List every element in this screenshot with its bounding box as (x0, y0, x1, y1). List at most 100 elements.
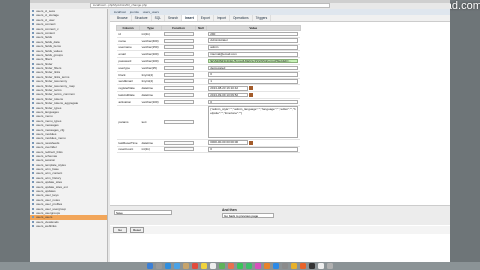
function-select[interactable] (163, 140, 194, 145)
function-select[interactable] (163, 99, 194, 104)
column-type: tinyint(4) (139, 71, 162, 79)
column-name: registerDate (116, 84, 140, 93)
calendar-icon[interactable] (249, 140, 254, 145)
preferences-icon[interactable] (282, 263, 288, 269)
url-bar[interactable]: localhost/...phpMyAdmin/tbl_change.php (90, 3, 330, 8)
safari-icon[interactable] (165, 263, 171, 269)
breadcrumb-item[interactable]: localhost (114, 10, 126, 14)
action-bar: Save And then Go back to previous page (110, 205, 450, 225)
tab-structure[interactable]: Structure (132, 15, 152, 21)
trash-icon[interactable] (327, 263, 333, 269)
tab-import[interactable]: Import (214, 15, 231, 21)
tab-operations[interactable]: Operations (230, 15, 253, 21)
value-textarea[interactable]: {"admin_style":"","admin_language":"","l… (208, 106, 299, 139)
table-row: email varchar(100) internal@email.com (116, 50, 301, 59)
value-input[interactable]: $2y$10$Z1k1bEL/5nowdUbEf2LcPZsW5gKejmqP8… (208, 58, 299, 64)
function-select[interactable] (163, 93, 194, 98)
function-select[interactable] (163, 59, 194, 64)
function-select[interactable] (163, 86, 194, 91)
reset-button[interactable]: Reset (130, 227, 144, 233)
value-input[interactable]: deprecated (208, 65, 299, 71)
column-name: usertype (116, 64, 140, 72)
photos-icon[interactable] (228, 263, 234, 269)
function-select[interactable] (163, 38, 194, 43)
calendar-icon[interactable] (249, 93, 254, 98)
value-input[interactable]: 290 (208, 31, 299, 37)
maps-icon[interactable] (219, 263, 225, 269)
launchpad-icon[interactable] (156, 263, 162, 269)
function-select[interactable] (163, 147, 194, 152)
table-list-sidebar: users_ci_sess users_ci_storage users_ci_us… (30, 9, 108, 262)
tab-search[interactable]: Search (165, 15, 183, 21)
button-bar: Go Reset (110, 226, 450, 234)
tab-export[interactable]: Export (198, 15, 214, 21)
tab-triggers[interactable]: Triggers (253, 15, 272, 21)
value-input[interactable]: internal@email.com (208, 52, 299, 57)
save-select[interactable]: Save (114, 210, 172, 215)
value-input[interactable]: Administrator (208, 38, 299, 43)
column-type: datetime (139, 139, 162, 147)
itunes-icon[interactable] (255, 263, 261, 269)
function-select[interactable] (163, 65, 194, 70)
table-row: username varchar(150) admin (116, 44, 301, 52)
column-type: varchar(100) (139, 98, 162, 106)
messages-icon[interactable] (237, 263, 243, 269)
value-input[interactable]: 0 (208, 72, 299, 77)
finder-icon[interactable] (147, 263, 153, 269)
column-type: varchar(100) (139, 57, 162, 65)
screen: Arashtad.com localhost/...phpMyAdmin/tbl… (0, 0, 480, 270)
function-select[interactable] (163, 45, 194, 50)
table-row: lastResetTime datetime 0000-00-00 00:00:00 (116, 139, 301, 147)
breadcrumb-item[interactable]: users_users (143, 10, 159, 14)
column-name: username (116, 44, 140, 52)
tab-insert[interactable]: Insert (182, 15, 198, 21)
value-input[interactable]: 0 (208, 99, 299, 105)
facetime-icon[interactable] (246, 263, 252, 269)
column-name: lastResetTime (116, 139, 140, 147)
column-name: email (116, 50, 140, 59)
tab-browse[interactable]: Browse (114, 15, 132, 21)
notes-icon[interactable] (201, 263, 207, 269)
value-input[interactable]: 0000-00-00 00:00:00 (208, 140, 249, 145)
go-button[interactable]: Go (113, 227, 127, 233)
function-select[interactable] (163, 52, 194, 57)
value-input[interactable]: 0 (208, 147, 299, 152)
table-row: activation varchar(100) 0 (116, 98, 301, 106)
firefox-icon[interactable] (300, 263, 306, 269)
column-name: password (116, 57, 140, 65)
tab-bar: Browse Structure SQL Search Insert Export Impo… (110, 15, 450, 22)
table-row: password varchar(100) $2y$10$Z1k1bEL/5nowd… (116, 57, 301, 65)
reminders-icon[interactable] (210, 263, 216, 269)
contacts-icon[interactable] (183, 263, 189, 269)
table-row: registerDate datetime 2013-08-23 16:10:42 (116, 84, 301, 93)
value-input[interactable]: 2013-09-09 10:09:52 (208, 92, 249, 98)
function-select[interactable] (163, 31, 194, 36)
ibooks-icon[interactable] (264, 263, 270, 269)
function-select[interactable] (163, 72, 194, 77)
chrome-icon[interactable] (291, 263, 297, 269)
column-type: int(11) (139, 30, 162, 38)
table-row: lastvisitDate datetime 2013-09-09 10:09:52 (116, 91, 301, 99)
calendar-icon[interactable] (249, 86, 254, 91)
sidebar-table-item[interactable]: users_weblinks (30, 224, 107, 228)
value-input[interactable]: admin (208, 45, 299, 50)
function-select[interactable] (163, 79, 194, 84)
column-type: text (139, 105, 162, 140)
calendar-icon[interactable] (192, 263, 198, 269)
appstore-icon[interactable] (273, 263, 279, 269)
table-row: usertype varchar(25) deprecated (116, 64, 301, 72)
tab-sql[interactable]: SQL (152, 15, 165, 21)
breadcrumb-item[interactable]: joomla (130, 10, 139, 14)
table-row: block tinyint(4) 0 (116, 71, 301, 79)
browser-window: localhost/...phpMyAdmin/tbl_change.php u… (30, 0, 450, 262)
function-select[interactable] (163, 120, 194, 125)
terminal-icon[interactable] (309, 263, 315, 269)
mail-icon[interactable] (174, 263, 180, 269)
and-then-label: And then (222, 208, 237, 212)
column-type: datetime (139, 91, 162, 99)
and-then-select[interactable]: Go back to previous page (222, 213, 274, 218)
value-input[interactable]: 2013-08-23 16:10:42 (208, 86, 249, 91)
value-input[interactable]: 1 (208, 79, 299, 84)
column-name: activation (116, 98, 140, 106)
textedit-icon[interactable] (318, 263, 324, 269)
